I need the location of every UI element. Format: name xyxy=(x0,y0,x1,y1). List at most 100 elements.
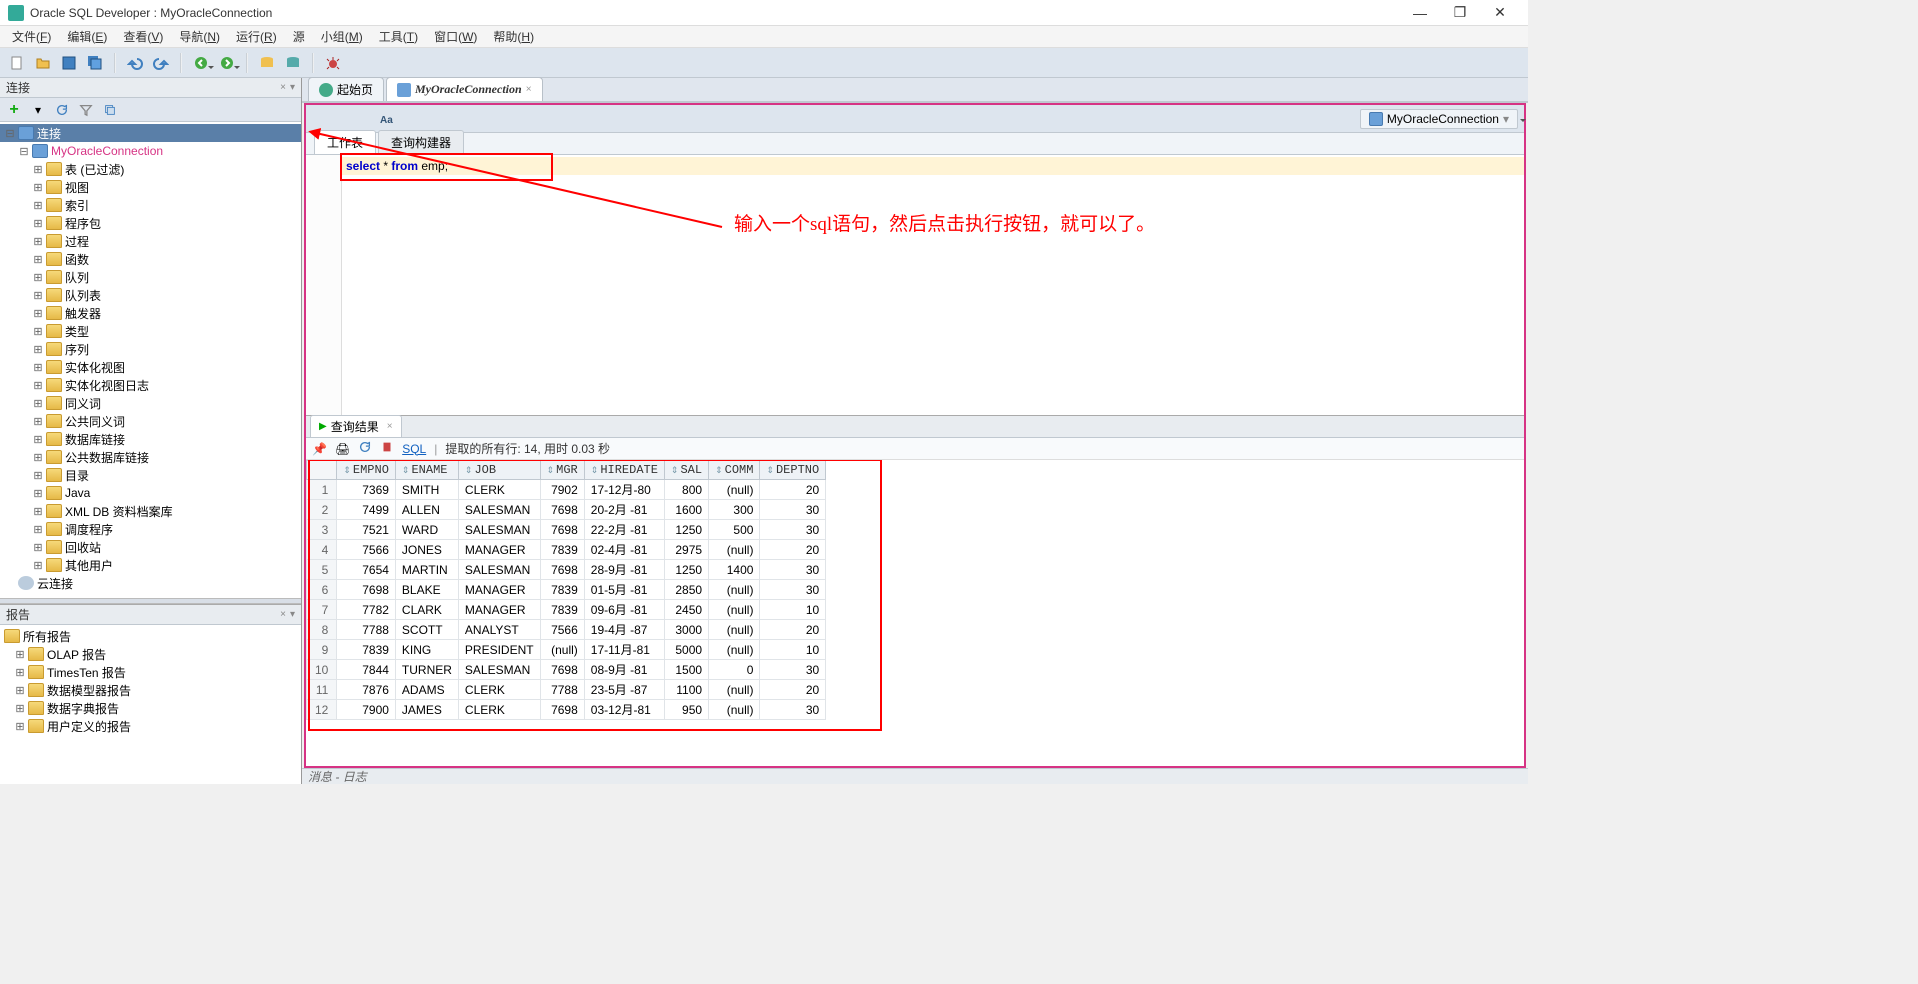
table-cell[interactable]: 7839 xyxy=(337,640,396,660)
table-cell[interactable]: 02-4月 -81 xyxy=(584,540,664,560)
menu-item[interactable]: 导航(N) xyxy=(171,26,228,47)
table-cell[interactable]: WARD xyxy=(395,520,458,540)
tree-node[interactable]: XML DB 资料档案库 xyxy=(0,502,301,520)
table-cell[interactable]: 30 xyxy=(760,560,826,580)
table-cell[interactable]: JAMES xyxy=(395,700,458,720)
table-cell[interactable]: CLARK xyxy=(395,600,458,620)
table-cell[interactable]: ADAMS xyxy=(395,680,458,700)
table-cell[interactable]: 7698 xyxy=(337,580,396,600)
filter-icon[interactable] xyxy=(76,100,96,120)
tree-node[interactable]: 函数 xyxy=(0,250,301,268)
tab-connection[interactable]: MyOracleConnection × xyxy=(386,77,543,101)
column-header[interactable]: ⇕MGR xyxy=(540,461,584,480)
table-row[interactable]: 77782CLARKMANAGER783909-6月 -812450(null)… xyxy=(307,600,826,620)
menu-item[interactable]: 源 xyxy=(285,26,313,47)
tree-node[interactable]: TimesTen 报告 xyxy=(0,663,301,681)
table-cell[interactable]: (null) xyxy=(709,700,760,720)
table-cell[interactable]: 5000 xyxy=(664,640,708,660)
tree-root-connections[interactable]: 连接 xyxy=(0,124,301,142)
panel-close-icon[interactable]: × xyxy=(280,82,286,93)
table-cell[interactable]: 01-5月 -81 xyxy=(584,580,664,600)
tree-node[interactable]: 调度程序 xyxy=(0,520,301,538)
table-cell[interactable]: 7839 xyxy=(540,540,584,560)
panel-close-icon[interactable]: × xyxy=(280,609,286,620)
reports-tree[interactable]: 所有报告 OLAP 报告TimesTen 报告数据模型器报告数据字典报告用户定义… xyxy=(0,625,301,784)
table-cell[interactable]: 30 xyxy=(760,660,826,680)
table-cell[interactable]: 7521 xyxy=(337,520,396,540)
tree-node[interactable]: 其他用户 xyxy=(0,556,301,574)
table-cell[interactable]: 500 xyxy=(709,520,760,540)
table-cell[interactable]: 03-12月-81 xyxy=(584,700,664,720)
table-cell[interactable]: 7698 xyxy=(540,560,584,580)
refresh-icon[interactable] xyxy=(52,100,72,120)
bug-icon[interactable] xyxy=(322,52,344,74)
table-cell[interactable]: MARTIN xyxy=(395,560,458,580)
result-grid-wrap[interactable]: ⇕EMPNO⇕ENAME⇕JOB⇕MGR⇕HIREDATE⇕SAL⇕COMM⇕D… xyxy=(306,460,1524,766)
connections-dropdown-icon[interactable]: ▾ xyxy=(28,100,48,120)
table-cell[interactable]: 7698 xyxy=(540,520,584,540)
table-cell[interactable]: 800 xyxy=(664,480,708,500)
tree-node[interactable]: 表 (已过滤) xyxy=(0,160,301,178)
table-cell[interactable]: 1600 xyxy=(664,500,708,520)
forward-icon[interactable] xyxy=(216,52,238,74)
table-cell[interactable]: 22-2月 -81 xyxy=(584,520,664,540)
table-cell[interactable]: 7902 xyxy=(540,480,584,500)
column-header[interactable]: ⇕EMPNO xyxy=(337,461,396,480)
table-row[interactable]: 47566JONESMANAGER783902-4月 -812975(null)… xyxy=(307,540,826,560)
refresh-result-icon[interactable] xyxy=(358,440,372,457)
table-cell[interactable]: 7566 xyxy=(540,620,584,640)
table-cell[interactable]: SALESMAN xyxy=(458,560,540,580)
table-cell[interactable]: SALESMAN xyxy=(458,520,540,540)
menu-item[interactable]: 工具(T) xyxy=(371,26,426,47)
table-cell[interactable]: 20 xyxy=(760,540,826,560)
tree-reports-root[interactable]: 所有报告 xyxy=(0,627,301,645)
table-cell[interactable]: 7782 xyxy=(337,600,396,620)
print-icon[interactable]: 🖨 xyxy=(335,442,350,456)
table-cell[interactable]: 3000 xyxy=(664,620,708,640)
table-cell[interactable]: 20 xyxy=(760,620,826,640)
tree-node[interactable]: 数据模型器报告 xyxy=(0,681,301,699)
table-cell[interactable]: SALESMAN xyxy=(458,660,540,680)
column-header[interactable]: ⇕DEPTNO xyxy=(760,461,826,480)
to-upper-icon[interactable]: Aa xyxy=(380,112,393,126)
panel-dropdown-icon[interactable]: ▾ xyxy=(290,609,295,620)
tree-node[interactable]: 公共数据库链接 xyxy=(0,448,301,466)
table-cell[interactable]: 30 xyxy=(760,520,826,540)
tree-node[interactable]: 公共同义词 xyxy=(0,412,301,430)
table-cell[interactable]: (null) xyxy=(709,620,760,640)
table-cell[interactable]: 30 xyxy=(760,500,826,520)
table-cell[interactable]: CLERK xyxy=(458,700,540,720)
table-cell[interactable]: 950 xyxy=(664,700,708,720)
table-cell[interactable]: (null) xyxy=(709,680,760,700)
tab-worksheet[interactable]: 工作表 xyxy=(314,130,376,154)
menu-item[interactable]: 小组(M) xyxy=(313,26,371,47)
table-cell[interactable]: 7698 xyxy=(540,500,584,520)
table-cell[interactable]: 2975 xyxy=(664,540,708,560)
table-cell[interactable]: ANALYST xyxy=(458,620,540,640)
table-cell[interactable]: 23-5月 -87 xyxy=(584,680,664,700)
table-cell[interactable]: 20 xyxy=(760,680,826,700)
table-row[interactable]: 107844TURNERSALESMAN769808-9月 -811500030 xyxy=(307,660,826,680)
table-cell[interactable]: (null) xyxy=(709,580,760,600)
table-row[interactable]: 87788SCOTTANALYST756619-4月 -873000(null)… xyxy=(307,620,826,640)
sql-link[interactable]: SQL xyxy=(402,442,426,456)
table-cell[interactable]: 7698 xyxy=(540,660,584,680)
menu-item[interactable]: 帮助(H) xyxy=(485,26,542,47)
table-cell[interactable]: 17-11月-81 xyxy=(584,640,664,660)
redo-icon[interactable] xyxy=(150,52,172,74)
pin-icon[interactable]: 📌 xyxy=(312,442,327,456)
table-cell[interactable]: 1250 xyxy=(664,560,708,580)
result-grid[interactable]: ⇕EMPNO⇕ENAME⇕JOB⇕MGR⇕HIREDATE⇕SAL⇕COMM⇕D… xyxy=(306,460,826,720)
close-tab-icon[interactable]: × xyxy=(526,84,532,95)
table-cell[interactable]: 7844 xyxy=(337,660,396,680)
column-header[interactable]: ⇕JOB xyxy=(458,461,540,480)
table-cell[interactable]: 7788 xyxy=(540,680,584,700)
table-cell[interactable]: MANAGER xyxy=(458,600,540,620)
tree-node[interactable]: 类型 xyxy=(0,322,301,340)
table-cell[interactable]: 2850 xyxy=(664,580,708,600)
table-cell[interactable]: TURNER xyxy=(395,660,458,680)
tree-node[interactable]: 数据库链接 xyxy=(0,430,301,448)
delete-result-icon[interactable] xyxy=(380,440,394,457)
column-header[interactable]: ⇕ENAME xyxy=(395,461,458,480)
table-cell[interactable]: MANAGER xyxy=(458,580,540,600)
